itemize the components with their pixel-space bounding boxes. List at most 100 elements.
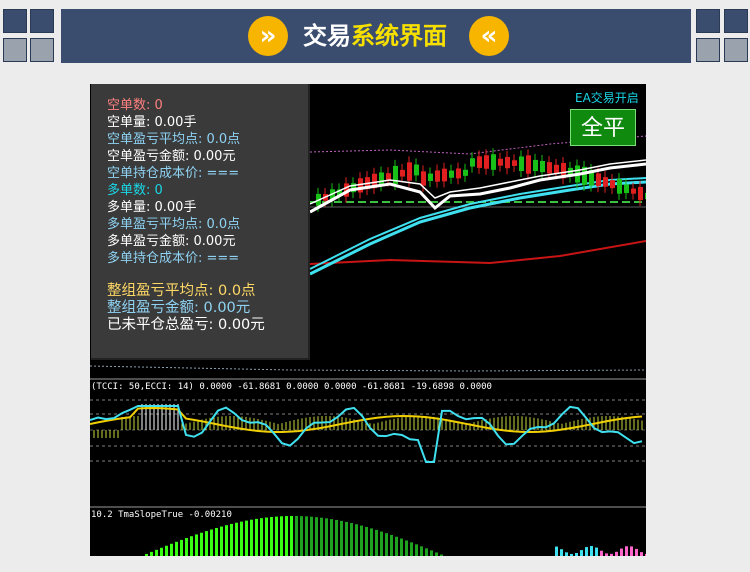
tma-slope-bar — [430, 550, 433, 556]
corner-tile — [724, 38, 748, 62]
tma-slope-bar — [280, 516, 283, 556]
candle — [638, 186, 643, 201]
tma-slope-bar — [285, 516, 288, 556]
tma-slope-bar — [425, 548, 428, 556]
corner-tile — [3, 9, 27, 33]
candle — [645, 192, 646, 200]
tma-slope-bar — [570, 553, 573, 556]
candle — [421, 171, 426, 186]
tma-slope-bar — [605, 553, 608, 556]
tma-slope-bar — [310, 516, 313, 556]
double-chevron-left-icon: « — [469, 16, 509, 56]
tma-slope-bar — [255, 518, 258, 556]
tma-slope-bar — [315, 517, 318, 556]
tma-slope-bar — [295, 516, 298, 556]
position-stat-line: 多单数: 0 — [107, 183, 163, 198]
position-info-panel: 空单数: 0 空单量: 0.00手空单盈亏平均点: 0.0点 空单盈亏金额: 0.0… — [91, 84, 310, 360]
tma-slope-bar — [300, 516, 303, 556]
tma-slope-bar — [405, 540, 408, 556]
summary-stat-line: 已未平仓总盈亏: 0.00元 — [107, 317, 265, 333]
tma-slope-bar — [190, 536, 193, 556]
tma-slope-bar — [360, 525, 363, 556]
position-stat-line: 空单数: 0 — [107, 98, 163, 113]
tma-slope-bar — [325, 518, 328, 556]
tma-slope-indicator-label: 10.2 TmaSlopeTrue -0.00210 — [91, 510, 232, 520]
page-title: 交易系统界面 — [303, 22, 447, 50]
lower-band-line — [90, 365, 646, 372]
trading-chart[interactable]: 空单数: 0 空单量: 0.00手空单盈亏平均点: 0.0点 空单盈亏金额: 0.0… — [90, 84, 646, 556]
tma-slope-bar — [435, 552, 438, 556]
tma-slope-bar — [575, 553, 578, 556]
tma-slope-bar — [365, 526, 368, 556]
tma-slope-bar — [620, 548, 623, 556]
candle — [407, 162, 412, 181]
tma-slope-bar — [410, 542, 413, 556]
tma-slope-bar — [640, 552, 643, 556]
tma-slope-bar — [340, 520, 343, 556]
tma-slope-bar — [345, 521, 348, 556]
position-stat-line: 空单持仓成本价: === — [107, 166, 240, 181]
candle — [400, 169, 405, 177]
tma-slope-bar — [220, 526, 223, 556]
candle — [470, 158, 475, 167]
summary-stat-line: 整组盈亏金额: 0.00元 — [107, 300, 251, 316]
candle — [631, 188, 636, 194]
candle — [463, 169, 468, 176]
corner-tile — [3, 38, 27, 62]
tma-slope-bar — [615, 551, 618, 556]
tma-slope-bar — [370, 528, 373, 556]
tma-slope-bar — [355, 524, 358, 556]
candle — [512, 160, 517, 166]
tma-slope-bar — [305, 516, 308, 556]
tma-slope-bar — [330, 519, 333, 556]
tma-slope-bar — [390, 534, 393, 556]
tma-slope-bar — [160, 547, 163, 556]
tma-slope-bar — [610, 553, 613, 556]
tma-slope-bar — [625, 546, 628, 556]
tma-slope-bar — [185, 538, 188, 556]
tma-slope-bar — [645, 553, 646, 556]
tma-slope-bar — [200, 532, 203, 556]
close-all-button[interactable]: 全平 — [570, 109, 636, 146]
cci-indicator-label: (TCCI: 50,ECCI: 14) 0.0000 -61.8681 0.00… — [91, 382, 492, 392]
corner-tile — [30, 38, 54, 62]
corner-tile — [724, 9, 748, 33]
candle — [526, 155, 531, 174]
tma-slope-bar — [335, 519, 338, 556]
candle — [491, 154, 496, 170]
tma-slope-bar — [225, 525, 228, 556]
candle — [456, 168, 461, 179]
tma-slope-bar — [600, 550, 603, 556]
position-stat-line: 多单盈亏金额: 0.00元 — [107, 234, 236, 249]
corner-tile — [30, 9, 54, 33]
tma-slope-bar — [260, 518, 263, 556]
tma-slope-bar — [560, 549, 563, 556]
summary-stat-line: 整组盈亏平均点: 0.0点 — [107, 283, 256, 299]
position-stat-line: 多单盈亏平均点: 0.0点 — [107, 217, 241, 232]
tma-slope-bar — [420, 546, 423, 556]
tma-slope-bar — [240, 521, 243, 556]
candle — [624, 184, 629, 194]
position-stat-line: 空单盈亏金额: 0.00元 — [107, 149, 236, 164]
position-stat-line: 空单盈亏平均点: 0.0点 — [107, 132, 241, 147]
tma-slope-bar — [195, 534, 198, 556]
tma-slope-bar — [265, 517, 268, 556]
candle — [435, 170, 440, 182]
tma-slope-bar — [585, 547, 588, 556]
tma-slope-bar — [245, 520, 248, 556]
position-stat-line: 多单持仓成本价: === — [107, 251, 240, 266]
position-stat-line: 多单量: 0.00手 — [107, 200, 197, 215]
position-stat-line: 空单量: 0.00手 — [107, 115, 197, 130]
candle — [379, 172, 384, 186]
corner-tile — [696, 38, 720, 62]
tma-slope-bar — [415, 544, 418, 556]
tma-slope-bar — [215, 527, 218, 556]
candle — [449, 170, 454, 178]
tma-slope-bar — [230, 523, 233, 556]
tma-slope-bar — [270, 517, 273, 556]
candle — [477, 156, 482, 168]
candle — [442, 168, 447, 182]
candle — [547, 162, 552, 174]
tma-slope-bar — [635, 548, 638, 556]
tma-slope-bar — [165, 545, 168, 556]
